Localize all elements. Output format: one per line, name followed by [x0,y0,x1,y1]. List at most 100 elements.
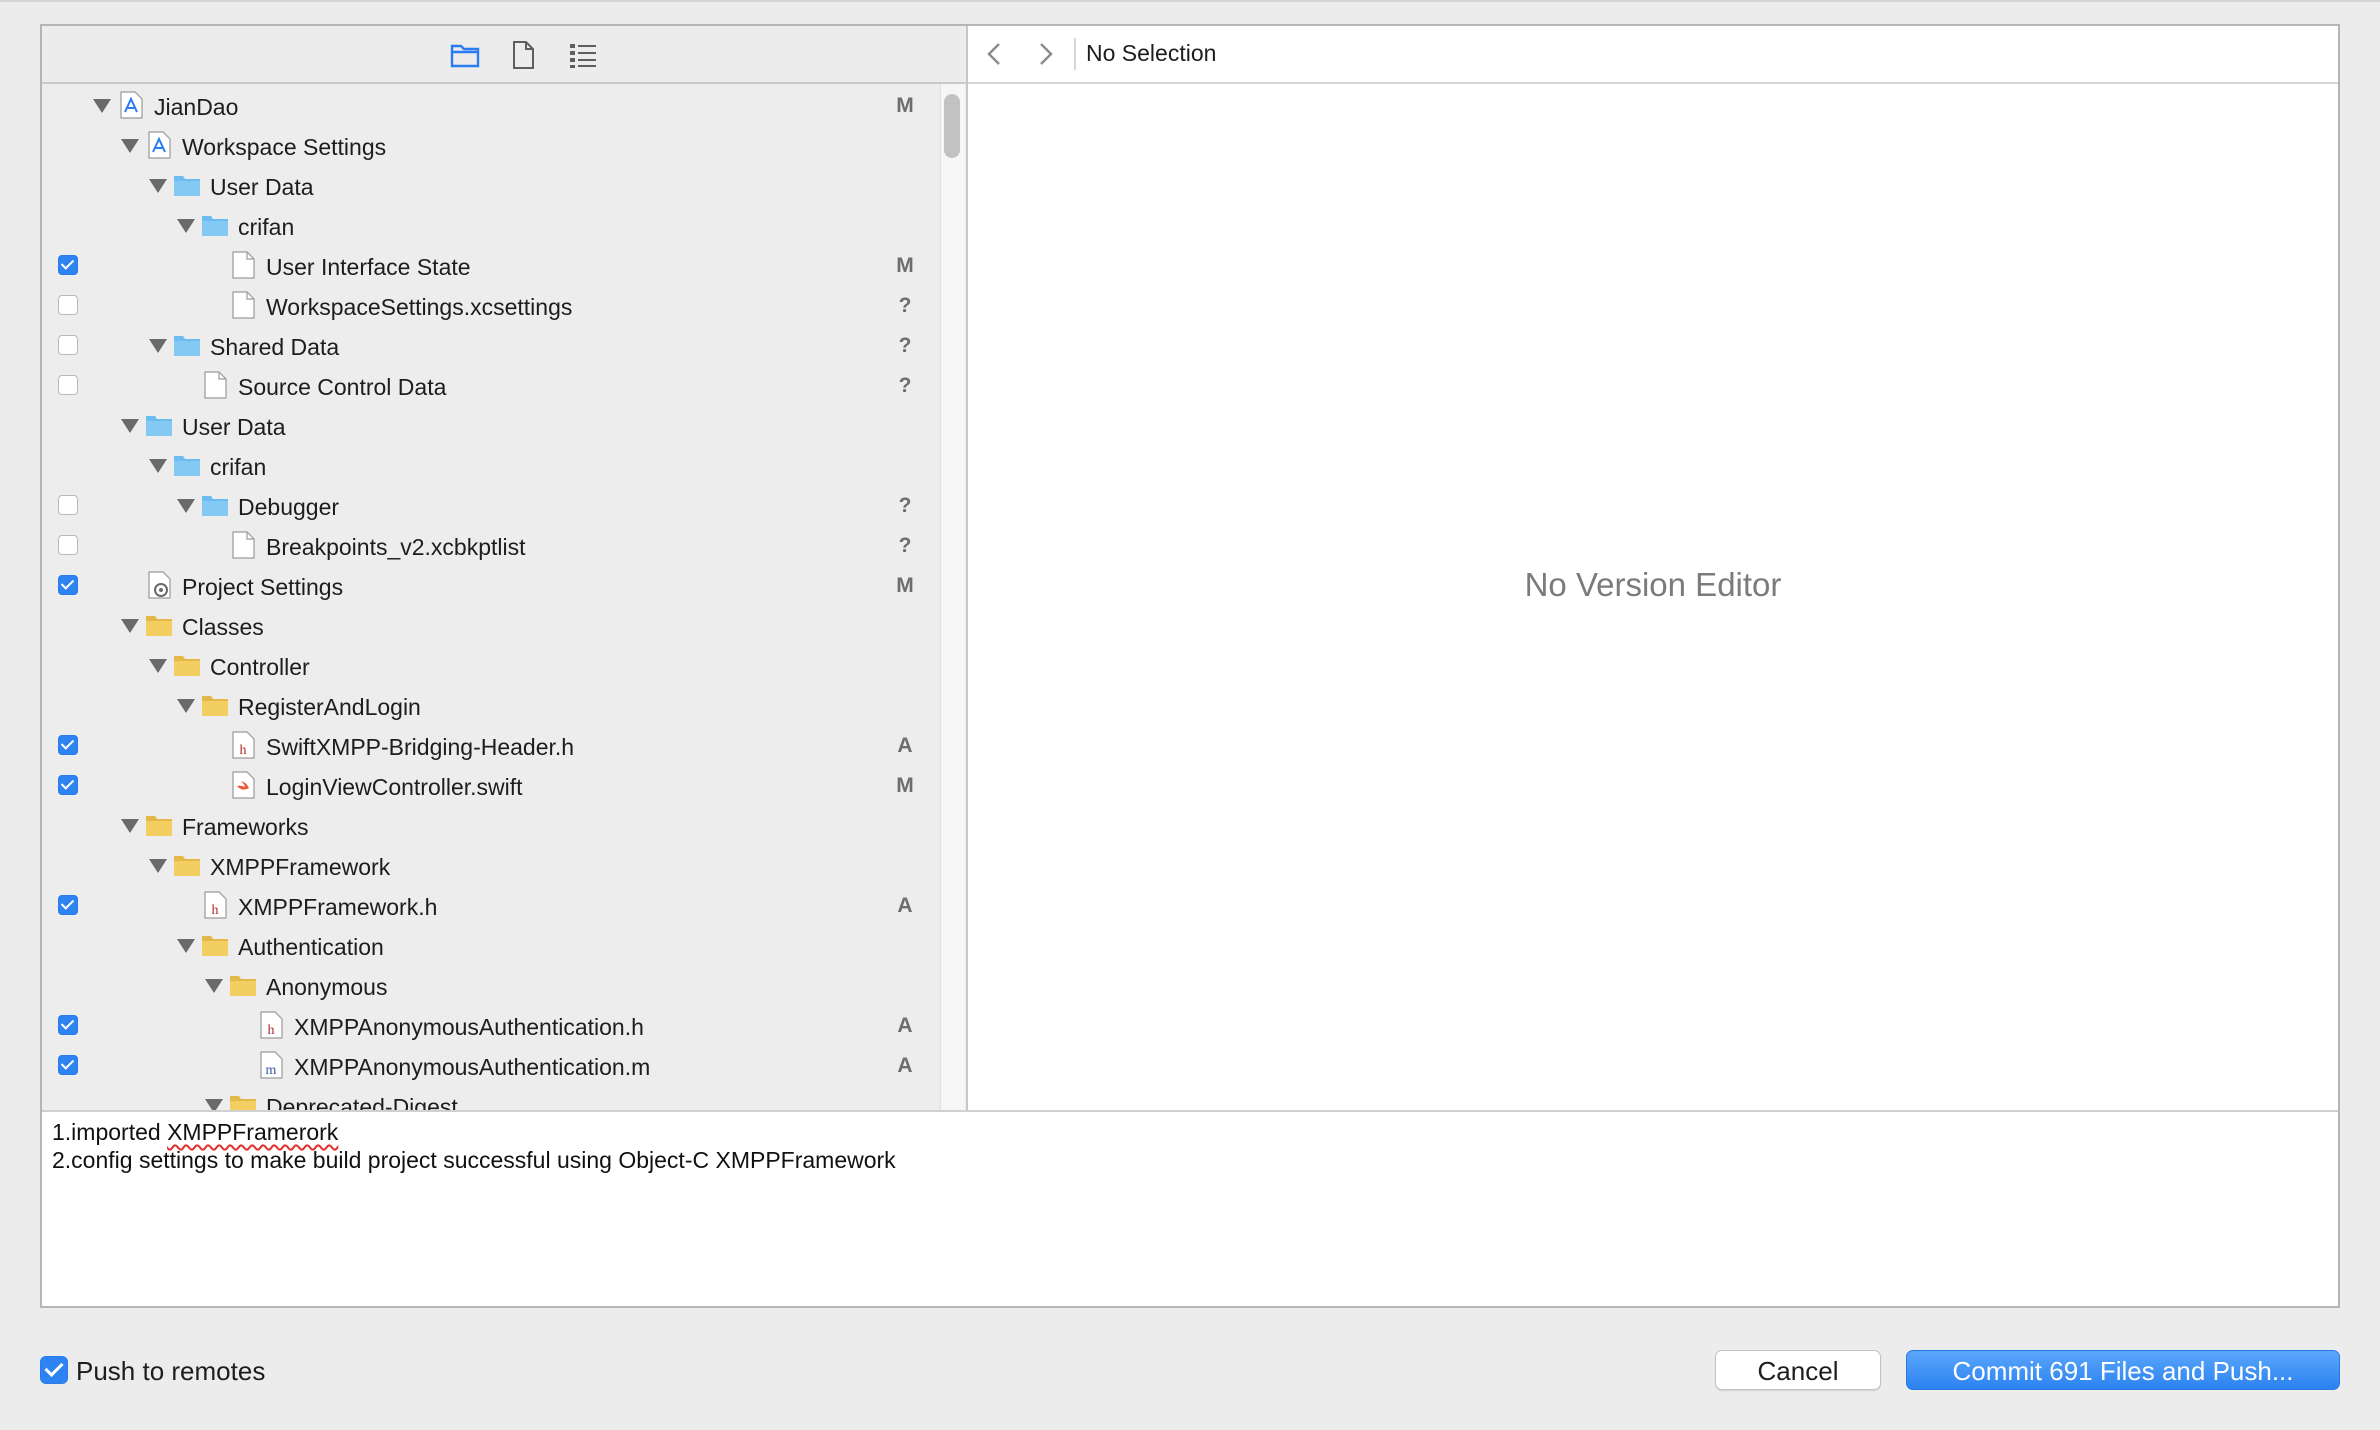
tree-row[interactable]: h SwiftXMPP-Bridging-Header.h A [42,726,942,766]
disclosure-triangle-icon[interactable] [149,659,167,673]
tree-row[interactable]: h XMPPAnonymousAuthentication.h A [42,1006,942,1046]
include-file-checkbox[interactable] [58,535,78,555]
disclosure-triangle-icon[interactable] [177,219,195,233]
include-file-checkbox[interactable] [58,295,78,315]
include-file-checkbox[interactable] [58,495,78,515]
file-navigator: JianDao M Workspace Settings User Data crifa… [42,26,968,1110]
tree-row-label: Shared Data [210,334,340,360]
selection-label: No Selection [1086,40,1217,66]
commit-message-line-1: 1.imported XMPPFramerork [52,1118,2328,1146]
disclosure-triangle-icon[interactable] [149,859,167,873]
blue-folder-icon [172,450,202,480]
file-icon [200,370,230,400]
tree-row-label: Debugger [238,494,340,520]
include-file-checkbox[interactable] [58,575,78,595]
tree-row[interactable]: Classes [42,606,942,646]
disclosure-triangle-icon[interactable] [177,499,195,513]
tree-row[interactable]: Anonymous [42,966,942,1006]
xcode-project-icon [116,90,146,120]
disclosure-triangle-icon[interactable] [149,459,167,473]
tree-row[interactable]: User Data [42,166,942,206]
disclosure-triangle-icon[interactable] [121,139,139,153]
tree-row-label: Anonymous [266,974,388,1000]
scm-status-badge: ? [898,374,912,397]
include-file-checkbox[interactable] [58,375,78,395]
tree-row[interactable]: JianDao M [42,86,942,126]
disclosure-triangle-icon[interactable] [177,699,195,713]
tree-row[interactable]: User Data [42,406,942,446]
tree-row-label: Frameworks [182,814,309,840]
folder-icon[interactable] [448,38,482,72]
commit-sheet: JianDao M Workspace Settings User Data crifa… [40,24,2340,1308]
tree-row[interactable]: Deprecated-Digest [42,1086,942,1110]
include-file-checkbox[interactable] [58,255,78,275]
tree-row[interactable]: WorkspaceSettings.xcsettings? [42,286,942,326]
tree-row[interactable]: h XMPPFramework.h A [42,886,942,926]
disclosure-triangle-icon[interactable] [205,979,223,993]
disclosure-triangle-icon[interactable] [177,939,195,953]
include-file-checkbox[interactable] [58,775,78,795]
tree-row[interactable]: Authentication [42,926,942,966]
commit-message-line-2: 2.config settings to make build project … [52,1147,896,1173]
push-to-remotes-checkbox[interactable] [40,1356,68,1384]
version-editor-pane: No Selection No Version Editor [968,26,2338,1110]
tree-row[interactable]: Frameworks [42,806,942,846]
tree-row-label: crifan [238,214,295,240]
tree-row[interactable]: Debugger? [42,486,942,526]
list-icon[interactable] [566,38,600,72]
tree-row[interactable]: Breakpoints_v2.xcbkptlist? [42,526,942,566]
tree-row[interactable]: Shared Data? [42,326,942,366]
tree-scrollbar-track[interactable] [940,84,965,1110]
disclosure-triangle-icon[interactable] [121,819,139,833]
scm-status-badge: ? [898,494,912,517]
tree-row-label: Classes [182,614,264,640]
disclosure-triangle-icon[interactable] [121,419,139,433]
include-file-checkbox[interactable] [58,895,78,915]
include-file-checkbox[interactable] [58,1015,78,1035]
tree-row-label: Breakpoints_v2.xcbkptlist [266,534,526,560]
push-to-remotes-label: Push to remotes [76,1356,266,1386]
tree-row[interactable]: crifan [42,446,942,486]
misspelled-word: XMPPFramerork [167,1119,339,1145]
document-icon[interactable] [506,38,540,72]
cancel-button[interactable]: Cancel [1715,1350,1881,1390]
header-file-icon: h [200,890,230,920]
tree-row[interactable]: Controller [42,646,942,686]
commit-message-field[interactable]: 1.imported XMPPFramerork 2.config settin… [42,1110,2338,1306]
disclosure-triangle-icon[interactable] [93,99,111,113]
tree-row-label: RegisterAndLogin [238,694,421,720]
tree-row[interactable]: Workspace Settings [42,126,942,166]
disclosure-triangle-icon[interactable] [149,339,167,353]
scm-status-badge: M [896,574,914,597]
disclosure-triangle-icon[interactable] [121,619,139,633]
chevron-left-icon[interactable] [980,38,1010,70]
include-file-checkbox[interactable] [58,1055,78,1075]
header-file-icon: h [228,730,258,760]
no-version-editor-label: No Version Editor [1524,566,1782,603]
tree-row-label: User Interface State [266,254,471,280]
include-file-checkbox[interactable] [58,735,78,755]
tree-row[interactable]: Source Control Data? [42,366,942,406]
scm-status-badge: A [897,734,913,757]
tree-row[interactable]: crifan [42,206,942,246]
tree-row[interactable]: Project Settings M [42,566,942,606]
scm-status-badge: A [897,894,913,917]
tree-row[interactable]: XMPPFramework [42,846,942,886]
tree-row[interactable]: User Interface State M [42,246,942,286]
svg-text:m: m [266,1063,277,1078]
tree-scrollbar-thumb[interactable] [944,94,960,158]
tree-row[interactable]: m XMPPAnonymousAuthentication.m A [42,1046,942,1086]
tree-row-label: Workspace Settings [182,134,387,160]
tree-row-label: User Data [210,174,314,200]
objc-file-icon: m [256,1050,286,1080]
folder-icon [172,850,202,880]
commit-and-push-button[interactable]: Commit 691 Files and Push... [1906,1350,2340,1390]
chevron-right-icon[interactable] [1030,38,1060,70]
tree-row[interactable]: LoginViewController.swift M [42,766,942,806]
tree-row[interactable]: RegisterAndLogin [42,686,942,726]
folder-icon [144,610,174,640]
tree-row-label: JianDao [154,94,239,120]
disclosure-triangle-icon[interactable] [149,179,167,193]
disclosure-triangle-icon[interactable] [205,1099,223,1110]
include-file-checkbox[interactable] [58,335,78,355]
